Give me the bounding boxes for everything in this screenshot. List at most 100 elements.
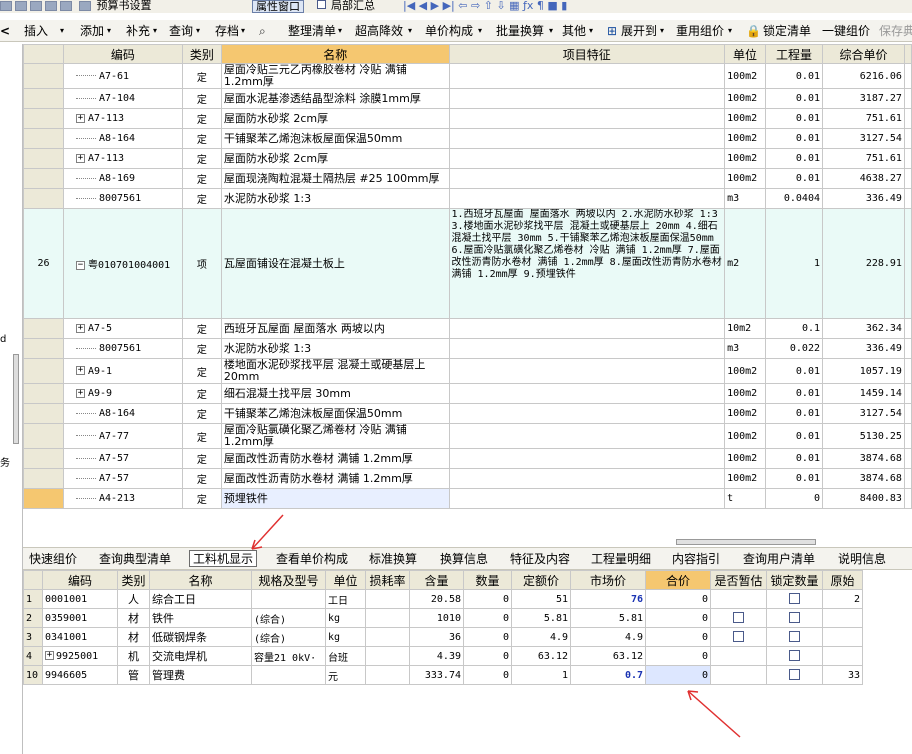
row-type[interactable]: 定	[181, 108, 222, 129]
lock-qty-checkbox[interactable]	[789, 669, 800, 681]
row-quantity[interactable]: 0.01	[765, 358, 823, 384]
res-lock-qty[interactable]	[766, 608, 823, 628]
row-code[interactable]: A7-104	[62, 88, 183, 109]
row-code[interactable]: A8-164	[62, 403, 183, 424]
row-quantity[interactable]: 0.1	[765, 318, 823, 339]
chevron-down-icon[interactable]: ▾	[241, 23, 245, 39]
res-type[interactable]: 人	[117, 589, 150, 609]
row-number[interactable]	[23, 318, 64, 339]
row-code[interactable]: A8-164	[62, 128, 183, 149]
header-feature[interactable]: 项目特征	[448, 44, 726, 64]
row-quantity[interactable]: 0.01	[765, 423, 823, 449]
chevron-down-icon[interactable]: ▾	[589, 23, 593, 39]
res-qty[interactable]: 0	[463, 608, 512, 628]
row-quantity[interactable]: 0.022	[765, 338, 823, 359]
row-name[interactable]: 屋面改性沥青防水卷材 满铺 1.2mm厚	[220, 448, 450, 469]
res-unit[interactable]: kg	[325, 608, 366, 628]
header-unit-price[interactable]: 综合单价	[822, 44, 905, 64]
row-quantity[interactable]: 0.01	[765, 403, 823, 424]
row-unit[interactable]: 100m2	[724, 383, 767, 404]
lock-qty-checkbox[interactable]	[789, 631, 800, 643]
res-qty[interactable]: 0	[463, 589, 512, 609]
row-feature[interactable]	[448, 488, 726, 509]
res-header-lock-qty[interactable]: 锁定数量	[766, 570, 823, 590]
chevron-down-icon[interactable]: ▾	[660, 23, 664, 39]
resource-row[interactable]: 3 0341001 材低碳钢焊条 (综合) kg 36 0 4.9 4.9 0	[23, 627, 863, 647]
table-row[interactable]: A7-57 定屋面改性沥青防水卷材 满铺 1.2mm厚 100m2 0.01 3874.…	[23, 448, 912, 469]
row-number[interactable]	[23, 488, 64, 509]
res-total[interactable]: 0	[645, 646, 711, 666]
expand-plus-icon[interactable]: +	[75, 153, 85, 163]
row-quantity[interactable]: 0.01	[765, 63, 823, 89]
row-name[interactable]: 预埋铁件	[220, 488, 450, 509]
res-header-estimate[interactable]: 是否暂估	[710, 570, 767, 590]
res-header-qty[interactable]: 数量	[463, 570, 512, 590]
row-type[interactable]: 定	[181, 188, 222, 209]
res-header-code[interactable]: 编码	[42, 570, 118, 590]
row-number[interactable]	[23, 468, 64, 489]
row-code[interactable]: − 粤010701004001	[62, 208, 183, 319]
row-number[interactable]	[23, 108, 64, 129]
res-original[interactable]: 33	[822, 665, 863, 685]
res-unit[interactable]: 工日	[325, 589, 366, 609]
toolbar-add[interactable]: 添加	[80, 23, 104, 39]
row-unit-price[interactable]: 3874.68	[822, 448, 905, 469]
res-unit[interactable]: 台班	[325, 646, 366, 666]
row-feature[interactable]	[448, 88, 726, 109]
row-type[interactable]: 定	[181, 318, 222, 339]
toolbar-archive[interactable]: 存档	[215, 23, 239, 39]
res-market-price[interactable]: 76	[570, 589, 646, 609]
res-code[interactable]: 0001001	[42, 589, 118, 609]
res-market-price[interactable]: 4.9	[570, 627, 646, 647]
row-code[interactable]: + A9-1	[62, 358, 183, 384]
row-unit[interactable]: 100m2	[724, 108, 767, 129]
row-quantity[interactable]: 0.01	[765, 468, 823, 489]
res-header-spec[interactable]: 规格及型号	[251, 570, 326, 590]
row-type[interactable]: 项	[181, 208, 222, 319]
row-name[interactable]: 干铺聚苯乙烯泡沫板屋面保温50mm	[220, 403, 450, 424]
toolbar-save-typical[interactable]: 保存典	[879, 23, 912, 39]
row-number[interactable]	[23, 403, 64, 424]
res-code[interactable]: 0359001	[42, 608, 118, 628]
row-type[interactable]: 定	[181, 403, 222, 424]
row-feature[interactable]	[448, 188, 726, 209]
table-row[interactable]: A7-77 定屋面冷贴氯磺化聚乙烯卷材 冷贴 满铺 1.2mm厚 100m2 0.01…	[23, 423, 912, 449]
header-code[interactable]: 编码	[62, 44, 183, 64]
row-type[interactable]: 定	[181, 148, 222, 169]
res-header-content[interactable]: 含量	[409, 570, 464, 590]
partial-summary-checkbox[interactable]: 局部汇总	[314, 0, 381, 13]
toolbar-batch-convert[interactable]: 批量换算	[496, 23, 544, 39]
row-unit[interactable]: 100m2	[724, 423, 767, 449]
res-estimate[interactable]	[710, 608, 767, 628]
undo-icon[interactable]	[45, 1, 57, 11]
toolbar-other[interactable]: 其他	[562, 23, 586, 39]
row-unit-price[interactable]: 8400.83	[822, 488, 905, 509]
res-unit[interactable]: kg	[325, 627, 366, 647]
toolbar-reuse-price[interactable]: 重用组价	[676, 23, 724, 39]
row-feature[interactable]	[448, 383, 726, 404]
header-quantity[interactable]: 工程量	[765, 44, 823, 64]
row-name[interactable]: 瓦屋面铺设在混凝土板上	[220, 208, 450, 319]
row-code[interactable]: A8-169	[62, 168, 183, 189]
row-unit-price[interactable]: 3127.54	[822, 128, 905, 149]
row-code[interactable]: + A7-113	[62, 148, 183, 169]
row-unit[interactable]: t	[724, 488, 767, 509]
splitter-handle[interactable]	[13, 354, 19, 444]
res-total[interactable]: 0	[645, 589, 711, 609]
resource-row[interactable]: 1 0001001 人综合工日 工日 20.58 0 51 76 0 2	[23, 589, 863, 609]
res-total[interactable]: 0	[645, 608, 711, 628]
row-number[interactable]	[23, 188, 64, 209]
row-type[interactable]: 定	[181, 88, 222, 109]
res-lock-qty[interactable]	[766, 665, 823, 685]
row-number[interactable]	[23, 338, 64, 359]
res-market-price[interactable]: 63.12	[570, 646, 646, 666]
toolbar-unit-price[interactable]: 单价构成	[425, 23, 473, 39]
row-unit[interactable]: m3	[724, 338, 767, 359]
lock-qty-checkbox[interactable]	[789, 612, 800, 624]
res-name[interactable]: 铁件	[149, 608, 252, 628]
row-name[interactable]: 西班牙瓦屋面 屋面落水 两坡以内	[220, 318, 450, 339]
tab-convert-info[interactable]: 换算信息	[440, 551, 488, 568]
row-unit[interactable]: 100m2	[724, 448, 767, 469]
row-unit[interactable]: m2	[724, 208, 767, 319]
row-name[interactable]: 屋面冷贴三元乙丙橡胶卷材 冷贴 满铺 1.2mm厚	[220, 63, 450, 89]
